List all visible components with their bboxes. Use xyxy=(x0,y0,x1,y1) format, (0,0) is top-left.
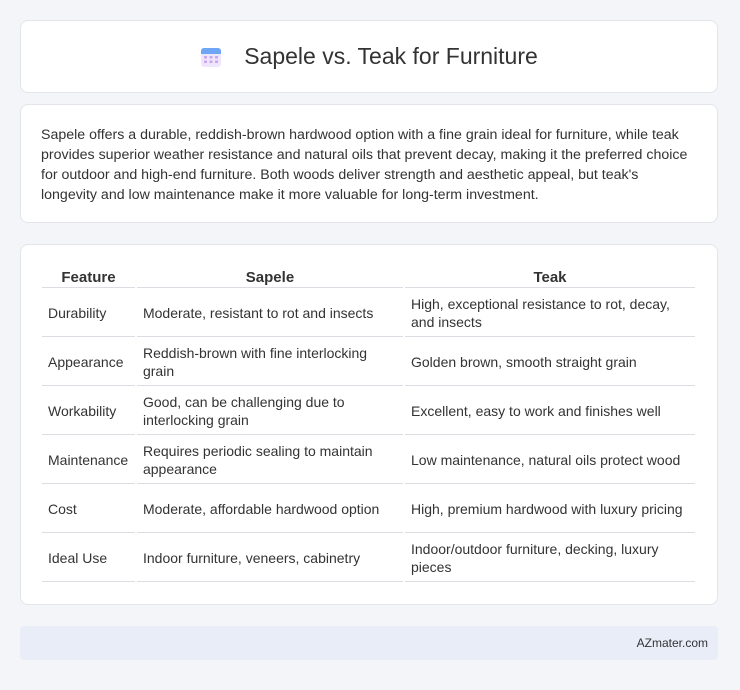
teak-cell: Indoor/outdoor furniture, decking, luxur… xyxy=(405,535,695,582)
feature-cell: Durability xyxy=(42,290,135,337)
comparison-table-card: Feature Sapele Teak Durability Moderate,… xyxy=(20,244,718,605)
feature-cell: Workability xyxy=(42,388,135,435)
feature-cell: Ideal Use xyxy=(42,535,135,582)
table-row: Cost Moderate, affordable hardwood optio… xyxy=(42,486,695,533)
teak-cell: High, exceptional resistance to rot, dec… xyxy=(405,290,695,337)
teak-cell: Golden brown, smooth straight grain xyxy=(405,339,695,386)
sapele-cell: Moderate, affordable hardwood option xyxy=(136,486,403,533)
table-row: Ideal Use Indoor furniture, veneers, cab… xyxy=(42,535,695,582)
sapele-cell: Good, can be challenging due to interloc… xyxy=(136,388,403,435)
header-card: Sapele vs. Teak for Furniture xyxy=(20,20,718,93)
summary-card: Sapele offers a durable, reddish-brown h… xyxy=(20,104,718,223)
sapele-cell: Reddish-brown with fine interlocking gra… xyxy=(136,339,403,386)
footer-bar: AZmater.com xyxy=(20,626,718,660)
teak-cell: Low maintenance, natural oils protect wo… xyxy=(405,437,695,484)
footer-brand: AZmater.com xyxy=(636,636,708,650)
feature-cell: Appearance xyxy=(42,339,135,386)
feature-cell: Cost xyxy=(42,486,135,533)
sapele-cell: Requires periodic sealing to maintain ap… xyxy=(136,437,403,484)
header-teak: Teak xyxy=(405,267,695,288)
page-title: Sapele vs. Teak for Furniture xyxy=(244,43,538,69)
table-row: Maintenance Requires periodic sealing to… xyxy=(42,437,695,484)
calendar-icon xyxy=(200,46,222,68)
table-row: Appearance Reddish-brown with fine inter… xyxy=(42,339,695,386)
teak-cell: High, premium hardwood with luxury prici… xyxy=(405,486,695,533)
teak-cell: Excellent, easy to work and finishes wel… xyxy=(405,388,695,435)
table-row: Workability Good, can be challenging due… xyxy=(42,388,695,435)
summary-text: Sapele offers a durable, reddish-brown h… xyxy=(41,127,688,203)
sapele-cell: Moderate, resistant to rot and insects xyxy=(136,290,403,337)
sapele-cell: Indoor furniture, veneers, cabinetry xyxy=(136,535,403,582)
table-header-row: Feature Sapele Teak xyxy=(42,267,695,288)
header-sapele: Sapele xyxy=(136,267,403,288)
header-feature: Feature xyxy=(42,267,135,288)
comparison-table: Feature Sapele Teak Durability Moderate,… xyxy=(40,265,697,584)
feature-cell: Maintenance xyxy=(42,437,135,484)
table-row: Durability Moderate, resistant to rot an… xyxy=(42,290,695,337)
